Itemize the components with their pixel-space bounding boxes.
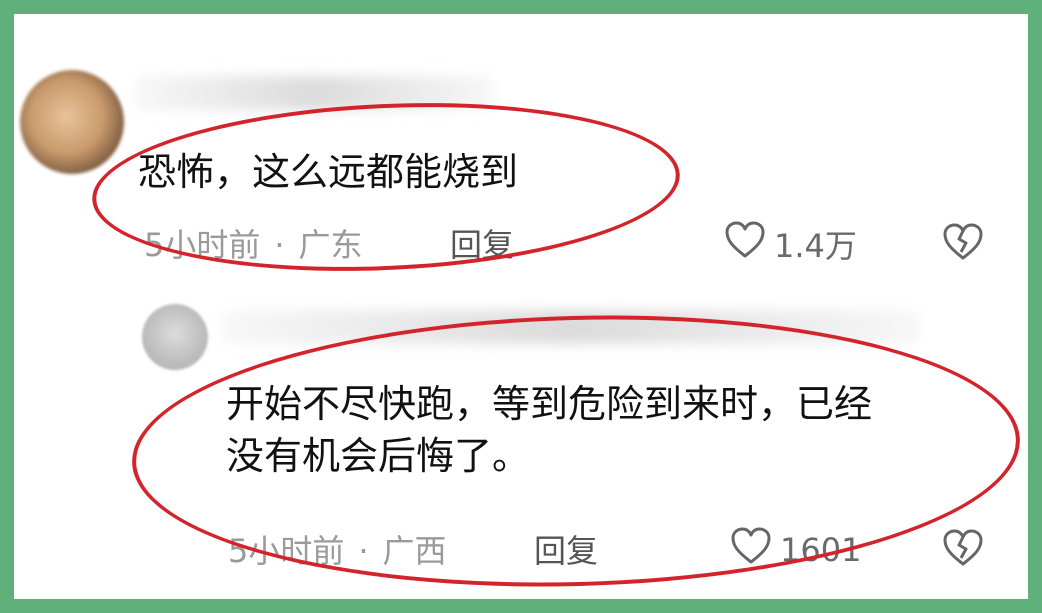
comment-time: 5小时前	[144, 226, 261, 264]
reply-username-blurred	[220, 310, 920, 344]
reply-like-count: 1601	[780, 531, 862, 569]
comment-location: 广东	[298, 226, 363, 264]
reply-text-line-2: 没有机会后悔了。	[226, 434, 531, 478]
reply-location: 广西	[382, 532, 447, 570]
reply-avatar[interactable]	[142, 304, 208, 370]
heart-broken-icon	[942, 223, 984, 266]
reply-text: 开始不尽快跑，等到危险到来时，已经 没有机会后悔了。	[226, 378, 872, 482]
heart-icon	[730, 526, 772, 574]
like-button[interactable]: 1.4万	[724, 220, 857, 268]
reply-time: 5小时前	[228, 532, 345, 570]
reply-meta: 5小时前 · 广西	[228, 526, 447, 572]
reply-like-button[interactable]: 1601	[730, 526, 861, 574]
reply-dislike-button[interactable]	[942, 528, 984, 572]
comment-card: 恐怖，这么远都能烧到 5小时前 · 广东 回复 1.4万 开始不尽快跑，等到危险到来…	[14, 14, 1028, 599]
comment-meta: 5小时前 · 广东	[144, 220, 363, 266]
heart-broken-icon	[942, 529, 984, 572]
meta-separator: ·	[274, 226, 285, 264]
meta-separator: ·	[358, 532, 369, 570]
username-blurred	[134, 76, 494, 110]
reply-reply-button[interactable]: 回复	[534, 526, 598, 572]
reply-button[interactable]: 回复	[450, 220, 514, 266]
heart-icon	[724, 220, 766, 268]
reply-text-line-1: 开始不尽快跑，等到危险到来时，已经	[226, 382, 873, 426]
avatar[interactable]	[20, 70, 124, 174]
dislike-button[interactable]	[942, 222, 984, 266]
like-count: 1.4万	[774, 227, 857, 265]
comment-text: 恐怖，这么远都能烧到	[138, 150, 519, 194]
